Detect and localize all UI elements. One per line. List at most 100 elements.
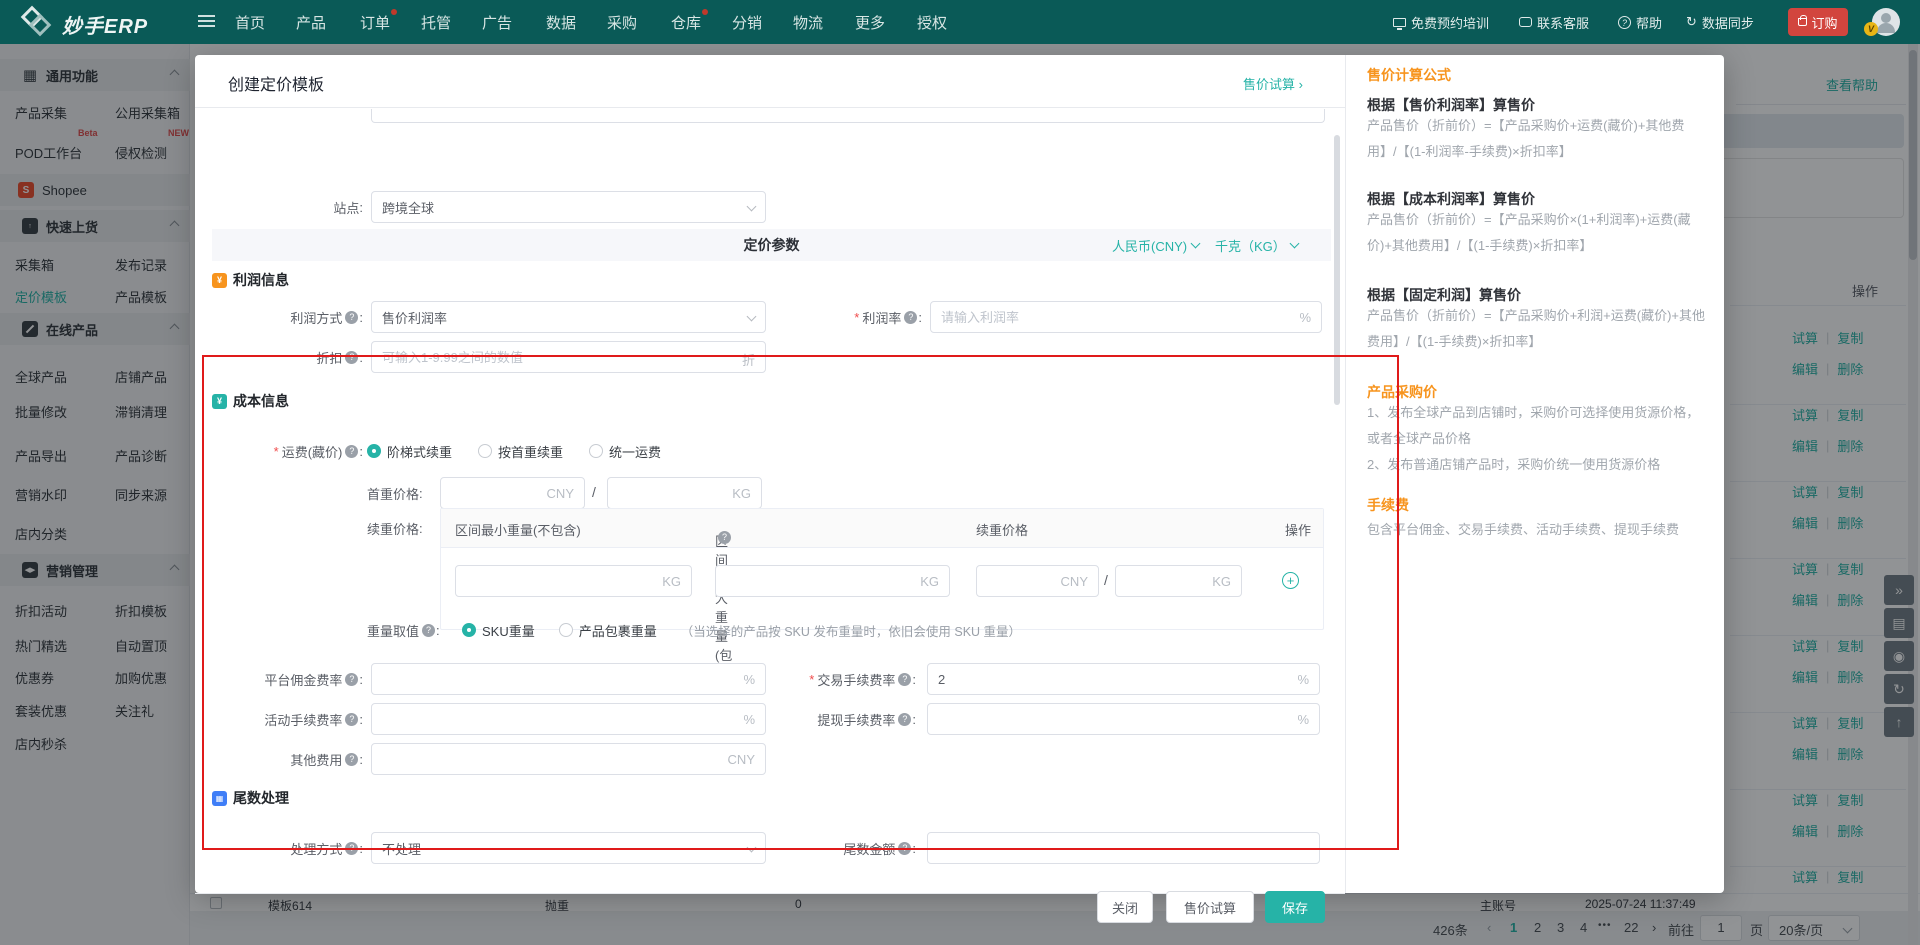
- tail-amount-label: 尾数金额?:: [715, 832, 916, 864]
- help-tooltip-icon[interactable]: ?: [422, 624, 435, 637]
- help-tooltip-icon[interactable]: ?: [904, 311, 917, 324]
- nav-authorization[interactable]: 授权: [917, 0, 947, 44]
- weight-unit-select[interactable]: 千克（KG）: [1215, 229, 1298, 261]
- radio-icon: [478, 444, 492, 458]
- freight-option-tiered[interactable]: 阶梯式续重: [367, 442, 452, 461]
- withdraw-fee-input[interactable]: [928, 704, 1319, 734]
- profit-method-select[interactable]: 售价利润率: [371, 301, 766, 333]
- percent-suffix: %: [1297, 672, 1309, 687]
- nav-ads[interactable]: 广告: [482, 0, 512, 44]
- tail-method-label: 处理方式?:: [195, 832, 363, 864]
- other-fees-label: 其他费用?:: [195, 743, 363, 775]
- currency-select[interactable]: 人民币(CNY): [1112, 229, 1199, 261]
- purchase-price-line-1: 1、发布全球产品到店铺时，采购价可选择使用货源价格，或者全球产品价格: [1367, 400, 1707, 452]
- discount-input[interactable]: [372, 342, 765, 372]
- th-continued-price: 续重价格: [976, 520, 1028, 539]
- cny-suffix: CNY: [547, 486, 574, 501]
- free-training-link[interactable]: 免费预约培训: [1393, 0, 1489, 44]
- cost-section-icon: ¥: [212, 394, 227, 409]
- percent-suffix: %: [1299, 310, 1311, 325]
- max-weight-input[interactable]: [716, 566, 949, 596]
- help-tooltip-icon[interactable]: ?: [345, 351, 358, 364]
- help-tooltip-icon[interactable]: ?: [898, 713, 911, 726]
- brand-name: 妙手ERP: [62, 10, 148, 39]
- other-fees-input[interactable]: [372, 744, 765, 774]
- save-button[interactable]: 保存: [1265, 891, 1325, 923]
- withdraw-fee-label: 提现手续费率?:: [715, 703, 916, 735]
- form-scrollbar-thumb[interactable]: [1334, 135, 1340, 405]
- contact-support-link[interactable]: 联系客服: [1519, 0, 1589, 44]
- nav-purchasing[interactable]: 采购: [607, 0, 637, 44]
- close-button[interactable]: 关闭: [1097, 891, 1153, 923]
- modal-header: 创建定价模板: [195, 55, 1345, 108]
- help-link[interactable]: ?帮助: [1618, 0, 1662, 44]
- commission-rate-input[interactable]: [372, 664, 765, 694]
- freight-option-first-weight[interactable]: 按首重续重: [478, 442, 563, 461]
- cost-section-header: ¥ 成本信息: [212, 392, 289, 410]
- subscribe-button[interactable]: 订购: [1788, 8, 1848, 36]
- sync-icon: ↻: [1686, 14, 1697, 30]
- modal-form: 站点: 跨境全球 定价参数 人民币(CNY) 千克（KG） ¥ 利润信息 利润方…: [195, 108, 1345, 840]
- help-tooltip-icon[interactable]: ?: [345, 311, 358, 324]
- profit-rate-input[interactable]: [931, 302, 1321, 332]
- slash-separator: /: [1104, 572, 1108, 588]
- help-tooltip-icon[interactable]: ?: [718, 531, 731, 544]
- bag-icon: [1798, 18, 1807, 26]
- help-tooltip-icon[interactable]: ?: [898, 673, 911, 686]
- activity-fee-field: %: [371, 703, 766, 735]
- weight-source-package[interactable]: 产品包裹重量: [559, 621, 657, 640]
- max-weight-field: KG: [715, 565, 950, 597]
- discount-suffix: 折: [742, 350, 755, 369]
- help-tooltip-icon[interactable]: ?: [345, 445, 358, 458]
- question-icon: ?: [1618, 16, 1631, 29]
- tail-amount-field: [927, 832, 1320, 864]
- nav-home[interactable]: 首页: [235, 0, 265, 44]
- nav-logistics[interactable]: 物流: [793, 0, 823, 44]
- help-tooltip-icon[interactable]: ?: [345, 753, 358, 766]
- continued-weight-field: KG: [1115, 565, 1242, 597]
- tail-amount-input[interactable]: [928, 833, 1319, 863]
- help-tooltip-icon[interactable]: ?: [345, 673, 358, 686]
- site-select[interactable]: 跨境全球: [371, 191, 766, 223]
- kg-suffix: KG: [920, 574, 939, 589]
- activity-fee-label: 活动手续费率?:: [195, 703, 363, 735]
- chevron-down-icon: [747, 202, 757, 212]
- tail-method-select[interactable]: 不处理: [371, 832, 766, 864]
- weight-source-label: 重量取值?:: [367, 614, 457, 646]
- help-tooltip-icon[interactable]: ?: [345, 842, 358, 855]
- weight-source-sku[interactable]: SKU重量: [462, 621, 535, 640]
- data-sync-link[interactable]: ↻数据同步: [1686, 0, 1754, 44]
- activity-fee-input[interactable]: [372, 704, 765, 734]
- formula-3-title: 根据【固定利润】算售价: [1367, 285, 1707, 305]
- nav-hosting[interactable]: 托管: [421, 0, 451, 44]
- nav-warehouse[interactable]: 仓库: [671, 0, 701, 44]
- nav-orders[interactable]: 订单: [360, 0, 390, 44]
- profit-method-label: 利润方式?:: [195, 301, 363, 333]
- menu-toggle-icon[interactable]: [198, 15, 215, 17]
- radio-selected-icon: [367, 444, 381, 458]
- kg-suffix: KG: [732, 486, 751, 501]
- help-tooltip-icon[interactable]: ?: [898, 842, 911, 855]
- formula-1-title: 根据【售价利润率】算售价: [1367, 95, 1707, 115]
- help-tooltip-icon[interactable]: ?: [345, 713, 358, 726]
- weight-source-note: （当选择的产品按 SKU 发布重量时，依旧会使用 SKU 重量）: [681, 621, 1021, 640]
- freight-option-flat[interactable]: 统一运费: [589, 442, 661, 461]
- kg-suffix: KG: [662, 574, 681, 589]
- add-row-button[interactable]: +: [1282, 572, 1299, 589]
- fee-title: 手续费: [1367, 495, 1707, 515]
- price-trial-button[interactable]: 售价试算: [1166, 891, 1254, 923]
- avatar[interactable]: V: [1872, 8, 1900, 36]
- formula-2-title: 根据【成本利润率】算售价: [1367, 189, 1707, 209]
- price-trial-link[interactable]: 售价试算 ›: [1243, 74, 1303, 93]
- nav-more[interactable]: 更多: [855, 0, 885, 44]
- min-weight-input[interactable]: [456, 566, 691, 596]
- profit-rate-label: *利润率?:: [722, 301, 922, 333]
- template-name-input-clipped[interactable]: [371, 109, 1325, 123]
- create-pricing-template-modal: 创建定价模板 售价试算 › 站点: 跨境全球 定价参数 人民币(CNY) 千克（…: [195, 55, 1724, 893]
- first-weight-price-label: 首重价格:: [367, 477, 433, 509]
- tail-section-header: ▦ 尾数处理: [212, 789, 289, 807]
- nav-products[interactable]: 产品: [296, 0, 326, 44]
- nav-distribution[interactable]: 分销: [732, 0, 762, 44]
- transaction-fee-input[interactable]: [928, 664, 1319, 694]
- nav-data[interactable]: 数据: [546, 0, 576, 44]
